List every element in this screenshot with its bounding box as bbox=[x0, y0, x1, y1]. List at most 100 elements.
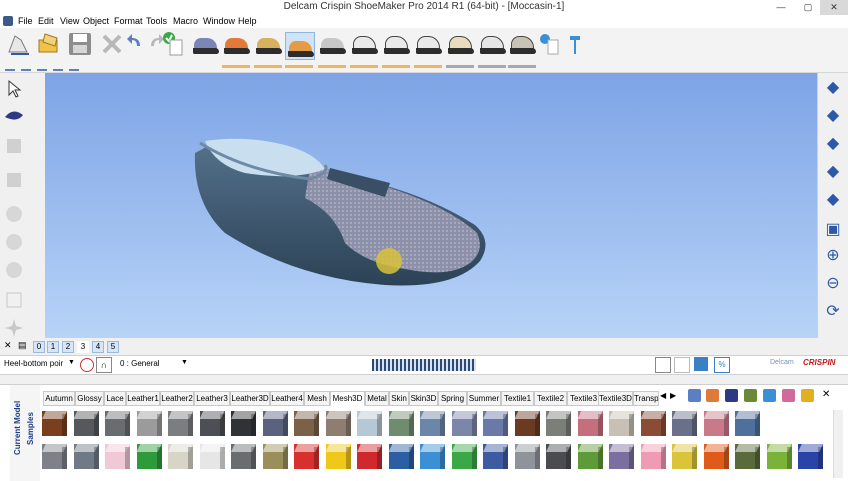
tab-summer[interactable]: Summer bbox=[467, 391, 501, 406]
tab-textile3[interactable]: Textile3 bbox=[567, 391, 600, 406]
material-swatch[interactable] bbox=[136, 444, 162, 469]
pattern-tool-icon[interactable] bbox=[655, 357, 671, 373]
material-swatch[interactable] bbox=[199, 444, 225, 469]
3d-viewport[interactable] bbox=[45, 73, 817, 338]
shoe-tool-icon[interactable] bbox=[3, 105, 25, 127]
tab-textile1[interactable]: Textile1 bbox=[501, 391, 534, 406]
percent-icon[interactable]: % bbox=[714, 357, 730, 373]
material-swatch[interactable] bbox=[483, 411, 508, 436]
side-tab-current-model[interactable]: Current Model bbox=[13, 401, 22, 455]
tab-scroll-right-icon[interactable]: ▶ bbox=[670, 391, 676, 400]
shoe-model[interactable] bbox=[45, 73, 817, 338]
swap-tool-icon[interactable] bbox=[782, 389, 795, 402]
tab-skin3d[interactable]: Skin3D bbox=[409, 391, 438, 406]
new-last-icon[interactable] bbox=[5, 30, 33, 58]
material-swatch[interactable] bbox=[735, 444, 760, 469]
curve-icon[interactable]: ∩ bbox=[96, 357, 112, 373]
tab-transp[interactable]: Transp bbox=[633, 391, 659, 406]
material-swatch[interactable] bbox=[451, 411, 477, 436]
menu-edit[interactable]: Edit bbox=[38, 16, 54, 26]
view-tool-3-icon[interactable] bbox=[3, 259, 25, 281]
material-swatch[interactable] bbox=[766, 444, 792, 469]
delete-icon[interactable] bbox=[98, 30, 126, 58]
tab-leather3d[interactable]: Leather3D bbox=[230, 391, 270, 406]
material-swatch[interactable] bbox=[231, 411, 256, 436]
color-tool-icon[interactable] bbox=[744, 389, 757, 402]
tab-spring[interactable]: Spring bbox=[438, 391, 467, 406]
view-back-icon[interactable]: ◆ bbox=[822, 133, 844, 155]
material-swatch[interactable] bbox=[168, 411, 193, 436]
material-swatch[interactable] bbox=[735, 411, 760, 436]
select-cursor-icon[interactable] bbox=[3, 78, 25, 100]
material-swatch[interactable] bbox=[672, 444, 697, 469]
tab-textile3d[interactable]: Textile3D bbox=[598, 391, 633, 406]
menu-macro[interactable]: Macro bbox=[173, 16, 198, 26]
shoe-style-2-icon[interactable] bbox=[222, 34, 250, 56]
view-top-icon[interactable]: ◆ bbox=[822, 161, 844, 183]
tab-leather4[interactable]: Leather4 bbox=[270, 391, 304, 406]
save-icon[interactable] bbox=[66, 30, 94, 58]
view-bottom-icon[interactable]: ◆ bbox=[822, 189, 844, 211]
rotate-view-icon[interactable]: ⟳ bbox=[822, 301, 844, 323]
material-swatch[interactable] bbox=[798, 444, 823, 469]
material-swatch[interactable] bbox=[451, 444, 477, 469]
tab-metal[interactable]: Metal bbox=[365, 391, 389, 406]
menu-window[interactable]: Window bbox=[203, 16, 235, 26]
side-tab-samples[interactable]: Samples bbox=[26, 412, 35, 445]
material-swatch[interactable] bbox=[357, 444, 382, 469]
light-tool-icon[interactable] bbox=[3, 317, 25, 339]
material-swatch[interactable] bbox=[262, 411, 288, 436]
material-swatch[interactable] bbox=[388, 411, 414, 436]
fill-tool-icon[interactable] bbox=[725, 389, 738, 402]
tab-leather2[interactable]: Leather2 bbox=[160, 391, 194, 406]
material-swatch[interactable] bbox=[703, 411, 729, 436]
material-swatch[interactable] bbox=[420, 444, 445, 469]
layer-tab-0[interactable]: 0 bbox=[33, 341, 45, 353]
shoe-style-10-icon[interactable] bbox=[478, 34, 506, 56]
texture-tool-icon[interactable] bbox=[706, 389, 719, 402]
shoe-style-1-icon[interactable] bbox=[191, 34, 219, 56]
move-tool-icon[interactable] bbox=[3, 169, 25, 191]
material-swatch[interactable] bbox=[168, 444, 193, 469]
app-icon[interactable] bbox=[3, 16, 13, 26]
material-swatch[interactable] bbox=[514, 411, 540, 436]
tab-leather3[interactable]: Leather3 bbox=[194, 391, 230, 406]
shoe-style-6-icon[interactable] bbox=[350, 34, 378, 56]
help-icon[interactable] bbox=[537, 30, 559, 58]
tab-leather1[interactable]: Leather1 bbox=[126, 391, 160, 406]
tab-skin[interactable]: Skin bbox=[389, 391, 409, 406]
material-swatch[interactable] bbox=[609, 444, 634, 469]
chevron-down-icon[interactable]: ▼ bbox=[68, 359, 75, 366]
material-swatch[interactable] bbox=[514, 444, 540, 469]
material-swatch[interactable] bbox=[262, 444, 288, 469]
menu-object[interactable]: Object bbox=[83, 16, 109, 26]
sample-tool-icon[interactable] bbox=[763, 389, 776, 402]
material-swatch[interactable] bbox=[105, 411, 130, 436]
shoe-style-5-icon[interactable] bbox=[318, 34, 346, 56]
pin-icon[interactable] bbox=[566, 30, 586, 58]
shoe-style-3-icon[interactable] bbox=[254, 34, 282, 56]
shoe-style-11-icon[interactable] bbox=[508, 34, 536, 56]
layer-tab-5[interactable]: 5 bbox=[107, 341, 119, 353]
material-swatch[interactable] bbox=[703, 444, 729, 469]
menu-file[interactable]: File bbox=[18, 16, 33, 26]
layer-tab-1[interactable]: 1 bbox=[47, 341, 59, 353]
light-bulb-icon[interactable] bbox=[801, 389, 814, 402]
menu-format[interactable]: Format bbox=[114, 16, 143, 26]
menu-help[interactable]: Help bbox=[238, 16, 257, 26]
minimize-button[interactable]: — bbox=[770, 0, 792, 15]
view-tool-1-icon[interactable] bbox=[3, 203, 25, 225]
grid-tool-icon[interactable] bbox=[3, 289, 25, 311]
material-swatch[interactable] bbox=[325, 411, 351, 436]
view-front-icon[interactable]: ◆ bbox=[822, 105, 844, 127]
shoe-style-8-icon[interactable] bbox=[414, 34, 442, 56]
material-swatch[interactable] bbox=[357, 411, 382, 436]
close-layer-icon[interactable]: ✕ bbox=[4, 340, 12, 351]
close-panel-icon[interactable]: ✕ bbox=[822, 389, 830, 400]
material-swatch[interactable] bbox=[42, 444, 67, 469]
rotate-tool-icon[interactable] bbox=[3, 135, 25, 157]
tab-textile2[interactable]: Textile2 bbox=[534, 391, 567, 406]
view-fit-icon[interactable]: ▣ bbox=[822, 219, 844, 241]
tab-glossy[interactable]: Glossy bbox=[75, 391, 104, 406]
material-swatch[interactable] bbox=[42, 411, 67, 436]
